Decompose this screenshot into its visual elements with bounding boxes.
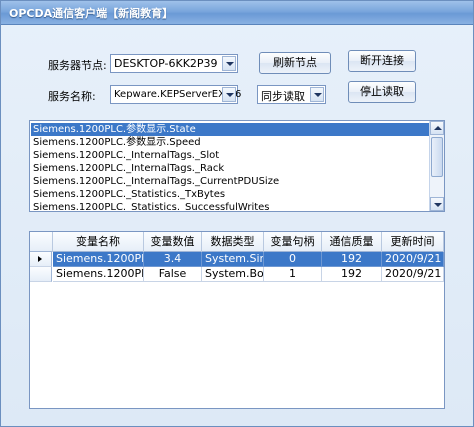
tag-list-scrollbar[interactable] <box>429 121 444 211</box>
cell-quality[interactable]: 192 <box>322 267 382 282</box>
column-header[interactable]: 变量句柄 <box>264 232 322 252</box>
list-item[interactable]: Siemens.1200PLC._Statistics._TxBytes <box>31 188 429 201</box>
scroll-down-icon[interactable] <box>430 197 444 211</box>
table-row[interactable]: Siemens.1200PLC... 3.4 System.Sin... 0 1… <box>30 252 444 267</box>
server-node-label: 服务器节点: <box>48 59 107 72</box>
cell-update-time[interactable]: 2020/9/21 ... <box>382 252 444 267</box>
cell-variable-name[interactable]: Siemens.1200PLC... <box>53 267 144 282</box>
cell-quality[interactable]: 192 <box>322 252 382 267</box>
cell-variable-name[interactable]: Siemens.1200PLC... <box>53 252 144 267</box>
scroll-up-icon[interactable] <box>430 121 444 135</box>
disconnect-button[interactable]: 断开连接 <box>348 50 416 72</box>
tag-list[interactable]: Siemens.1200PLC.参数显示.State Siemens.1200P… <box>29 120 445 212</box>
read-mode-value: 同步读取 <box>261 90 305 103</box>
cell-variable-value[interactable]: 3.4 <box>144 252 202 267</box>
server-name-dropdown-arrow-icon[interactable] <box>222 87 236 102</box>
cell-data-type[interactable]: System.Sin... <box>202 252 264 267</box>
server-name-label: 服务名称: <box>48 90 96 103</box>
server-node-combo[interactable]: DESKTOP-6KK2P39 <box>110 54 238 73</box>
column-header[interactable]: 更新时间 <box>382 232 444 252</box>
server-node-dropdown-arrow-icon[interactable] <box>222 56 236 71</box>
column-header[interactable]: 通信质量 <box>322 232 382 252</box>
grid-corner <box>30 232 53 252</box>
server-node-value: DESKTOP-6KK2P39 <box>114 57 218 70</box>
scroll-thumb[interactable] <box>431 137 443 177</box>
list-item[interactable]: Siemens.1200PLC._InternalTags._Rack <box>31 162 429 175</box>
variable-grid[interactable]: 变量名称 变量数值 数据类型 变量句柄 通信质量 更新时间 Siemens.12… <box>29 231 445 409</box>
row-pointer-icon <box>38 256 42 262</box>
row-header[interactable] <box>30 267 52 282</box>
grid-header: 变量名称 变量数值 数据类型 变量句柄 通信质量 更新时间 <box>30 232 444 252</box>
cell-handle[interactable]: 0 <box>264 252 322 267</box>
window-title: OPCDA通信客户端【新阁教育】 <box>9 7 174 20</box>
read-mode-dropdown-arrow-icon[interactable] <box>310 87 324 102</box>
main-window: OPCDA通信客户端【新阁教育】 服务器节点: DESKTOP-6KK2P39 … <box>0 0 474 427</box>
column-header[interactable]: 变量名称 <box>53 232 144 252</box>
row-header[interactable] <box>30 252 52 267</box>
list-item[interactable]: Siemens.1200PLC.参数显示.State <box>31 123 429 136</box>
read-mode-combo[interactable]: 同步读取 <box>257 85 326 104</box>
list-item[interactable]: Siemens.1200PLC._Statistics._SuccessfulW… <box>31 201 429 211</box>
column-header[interactable]: 数据类型 <box>202 232 264 252</box>
cell-variable-value[interactable]: False <box>144 267 202 282</box>
title-bar[interactable]: OPCDA通信客户端【新阁教育】 <box>1 1 473 25</box>
cell-update-time[interactable]: 2020/9/21 ... <box>382 267 444 282</box>
list-item[interactable]: Siemens.1200PLC._InternalTags._Slot <box>31 149 429 162</box>
server-name-combo[interactable]: Kepware.KEPServerEX.V6 <box>110 85 241 104</box>
stop-read-button[interactable]: 停止读取 <box>348 81 416 103</box>
table-row[interactable]: Siemens.1200PLC... False System.Bo... 1 … <box>30 267 444 282</box>
list-item[interactable]: Siemens.1200PLC.参数显示.Speed <box>31 136 429 149</box>
refresh-node-button[interactable]: 刷新节点 <box>259 52 331 74</box>
cell-handle[interactable]: 1 <box>264 267 322 282</box>
list-item[interactable]: Siemens.1200PLC._InternalTags._CurrentPD… <box>31 175 429 188</box>
column-header[interactable]: 变量数值 <box>144 232 202 252</box>
cell-data-type[interactable]: System.Bo... <box>202 267 264 282</box>
